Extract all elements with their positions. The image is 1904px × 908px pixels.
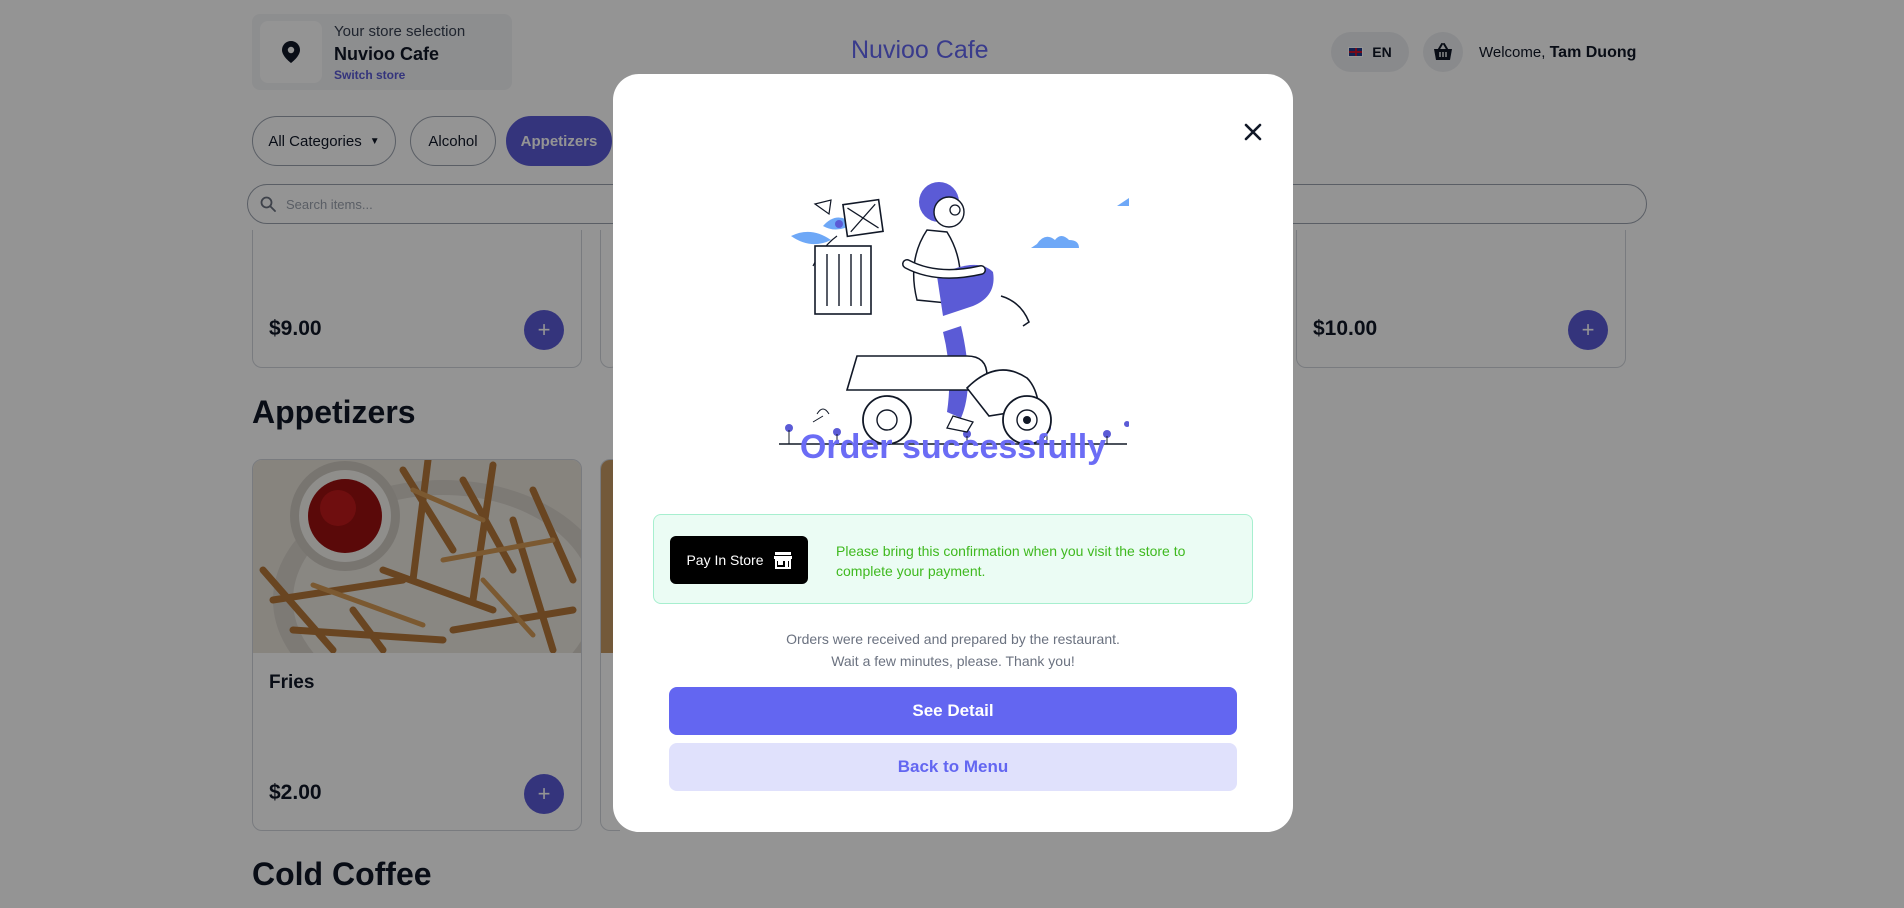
close-button[interactable]	[1241, 120, 1265, 144]
order-info-line-1: Orders were received and prepared by the…	[786, 631, 1120, 647]
order-info-line-2: Wait a few minutes, please. Thank you!	[831, 653, 1075, 669]
payment-message: Please bring this confirmation when you …	[836, 543, 1186, 579]
pay-in-store-label: Pay In Store	[686, 552, 764, 568]
order-info-text: Orders were received and prepared by the…	[613, 628, 1293, 672]
order-success-title: Order successfully	[799, 428, 1107, 466]
pay-in-store-badge: Pay In Store	[670, 536, 808, 584]
store-icon	[773, 552, 792, 569]
see-detail-button[interactable]: See Detail	[669, 687, 1237, 735]
delivery-scooter-illustration	[779, 182, 1129, 445]
close-icon	[1244, 123, 1262, 141]
back-to-menu-button[interactable]: Back to Menu	[669, 743, 1237, 791]
payment-notice: Pay In Store Please bring this confirmat…	[653, 514, 1253, 604]
order-success-modal: Order successfully Pay In Store Please b…	[613, 74, 1293, 832]
